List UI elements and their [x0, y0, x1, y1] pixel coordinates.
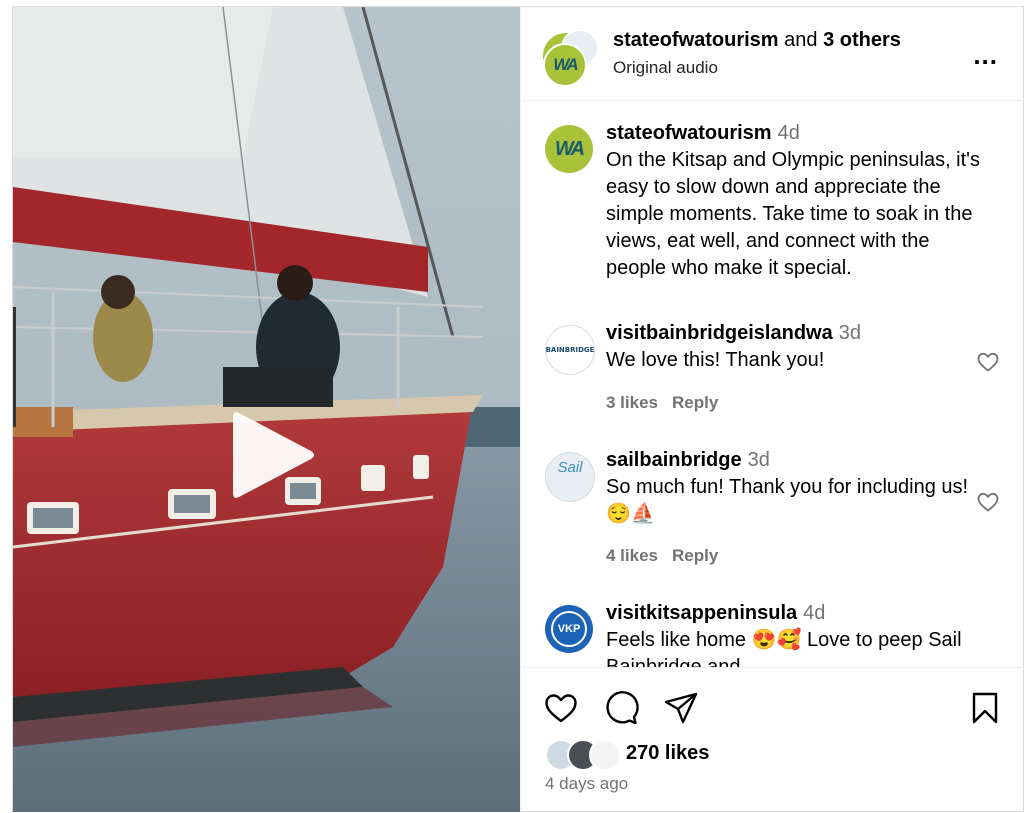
comment-text: Feels like home 😍🥰 Love to peep Sail Bai… — [606, 629, 962, 667]
post-panel: WA WA stateofwatourism and 3 others Orig… — [520, 7, 1024, 812]
comment-username[interactable]: visitbainbridgeislandwa — [606, 322, 833, 344]
comment-username[interactable]: sailbainbridge — [606, 449, 742, 471]
comment-time: 4d — [803, 602, 826, 624]
audio-label[interactable]: Original audio — [613, 58, 718, 78]
comment-likes[interactable]: 3 likes — [606, 393, 658, 412]
post-timestamp[interactable]: 4 days ago — [545, 774, 628, 794]
comment-avatar[interactable]: BAINBRIDGE — [545, 325, 595, 375]
likes-count[interactable]: 270 likes — [626, 742, 709, 765]
comment-username[interactable]: visitkitsappeninsula — [606, 602, 797, 624]
comment-text: We love this! Thank you! — [606, 349, 825, 371]
header-title: stateofwatourism and 3 others — [613, 29, 901, 52]
comment-body: sailbainbridge 3d So much fun! Thank you … — [606, 447, 986, 528]
reply-button[interactable]: Reply — [672, 393, 718, 412]
bookmark-icon[interactable] — [967, 690, 1003, 726]
avatar-logo-text: WA — [554, 137, 585, 160]
comment-avatar[interactable]: VKP — [545, 605, 593, 653]
play-icon — [233, 412, 314, 498]
caption-text: On the Kitsap and Olympic peninsulas, it… — [606, 149, 981, 279]
others-link[interactable]: 3 others — [823, 29, 901, 51]
post-footer: 270 likes 4 days ago — [521, 667, 1024, 812]
comment-meta: 4 likes Reply — [606, 546, 732, 566]
comment-body: visitkitsappeninsula 4d Feels like home 😍… — [606, 600, 986, 667]
comment-likes[interactable]: 4 likes — [606, 546, 658, 565]
caption-time: 4d — [777, 122, 800, 144]
caption-avatar[interactable]: WA — [545, 125, 593, 173]
author-username[interactable]: stateofwatourism — [613, 29, 779, 51]
avatar-logo-text: Sail — [557, 459, 583, 476]
avatar-logo-text: BAINBRIDGE — [545, 346, 595, 354]
comment-meta: 3 likes Reply — [606, 393, 732, 413]
caption-username[interactable]: stateofwatourism — [606, 122, 772, 144]
comment-like-heart-icon[interactable] — [976, 490, 1000, 514]
post-dialog: WA WA stateofwatourism and 3 others Orig… — [12, 6, 1024, 812]
header-connector: and — [778, 29, 824, 51]
avatar-ring: VKP — [551, 611, 587, 647]
comment-time: 3d — [838, 322, 861, 344]
liker-avatar-3[interactable] — [589, 739, 621, 771]
comment-text: So much fun! Thank you for including us!… — [606, 476, 969, 525]
post-header: WA WA stateofwatourism and 3 others Orig… — [521, 7, 1024, 101]
comments-list[interactable]: WA stateofwatourism 4d On the Kitsap and … — [521, 102, 1024, 667]
author-avatar-front[interactable]: WA — [543, 43, 587, 87]
comment-icon[interactable] — [603, 690, 639, 726]
video-player[interactable] — [13, 7, 520, 812]
comment-avatar[interactable]: Sail — [545, 452, 595, 502]
comment-like-heart-icon[interactable] — [976, 350, 1000, 374]
play-button[interactable] — [223, 405, 323, 505]
heart-icon[interactable] — [543, 690, 579, 726]
more-options-button[interactable]: ... — [973, 40, 998, 71]
comment-body: visitbainbridgeislandwa 3d We love this! … — [606, 320, 986, 374]
comment-time: 3d — [747, 449, 770, 471]
reply-button[interactable]: Reply — [672, 546, 718, 565]
avatar-logo-text: WA — [553, 55, 578, 74]
avatar-logo-text: VKP — [557, 623, 581, 635]
caption-body: stateofwatourism 4d On the Kitsap and Oly… — [606, 120, 986, 282]
paper-plane-icon[interactable] — [663, 690, 699, 726]
more-horizontal-icon: ... — [973, 40, 998, 70]
